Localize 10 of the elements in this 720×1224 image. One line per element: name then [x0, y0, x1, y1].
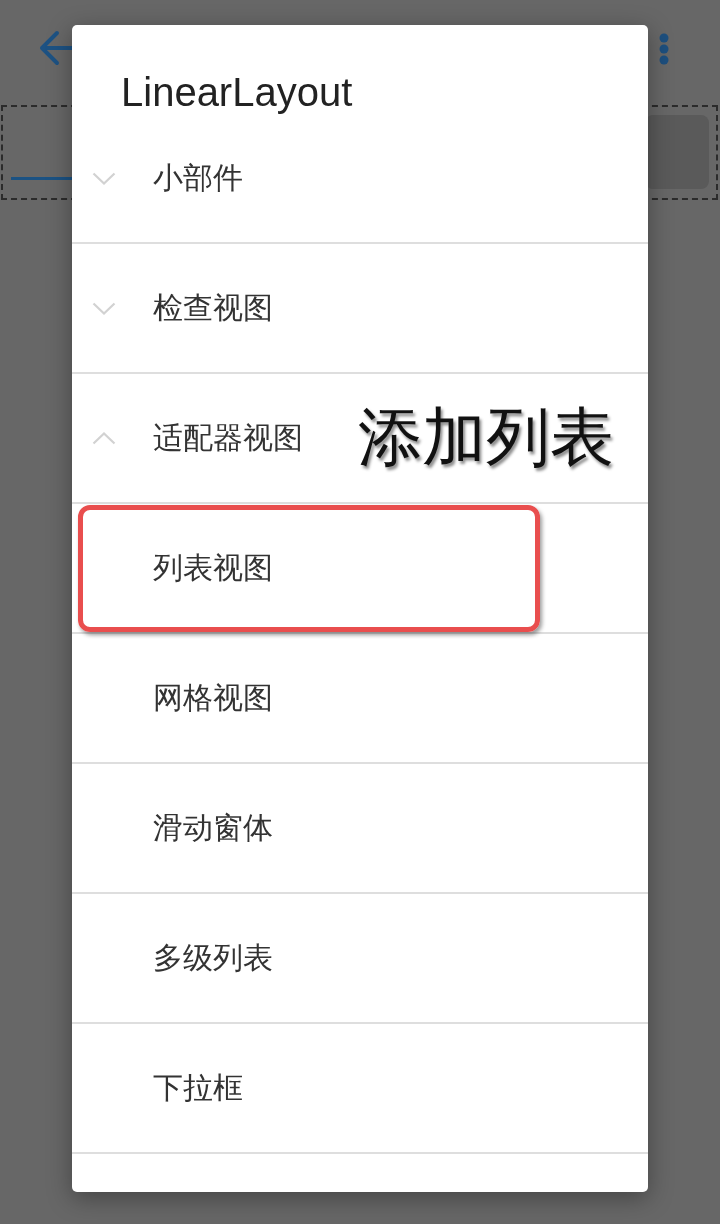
- list-group-row[interactable]: 检查视图: [72, 244, 648, 374]
- list-item-row[interactable]: 网格视图: [72, 634, 648, 764]
- list-group-row[interactable]: 小部件: [72, 114, 648, 244]
- list-item-row[interactable]: 列表视图: [72, 504, 648, 634]
- dialog-title: LinearLayout: [120, 69, 354, 114]
- tab-indicator: [11, 177, 73, 180]
- list-item-row[interactable]: 滑动窗体: [72, 764, 648, 894]
- list-item-row[interactable]: 下拉框: [72, 1024, 648, 1154]
- callout-text: 添加列表: [358, 401, 614, 473]
- list-item-row[interactable]: 多级列表: [72, 894, 648, 1024]
